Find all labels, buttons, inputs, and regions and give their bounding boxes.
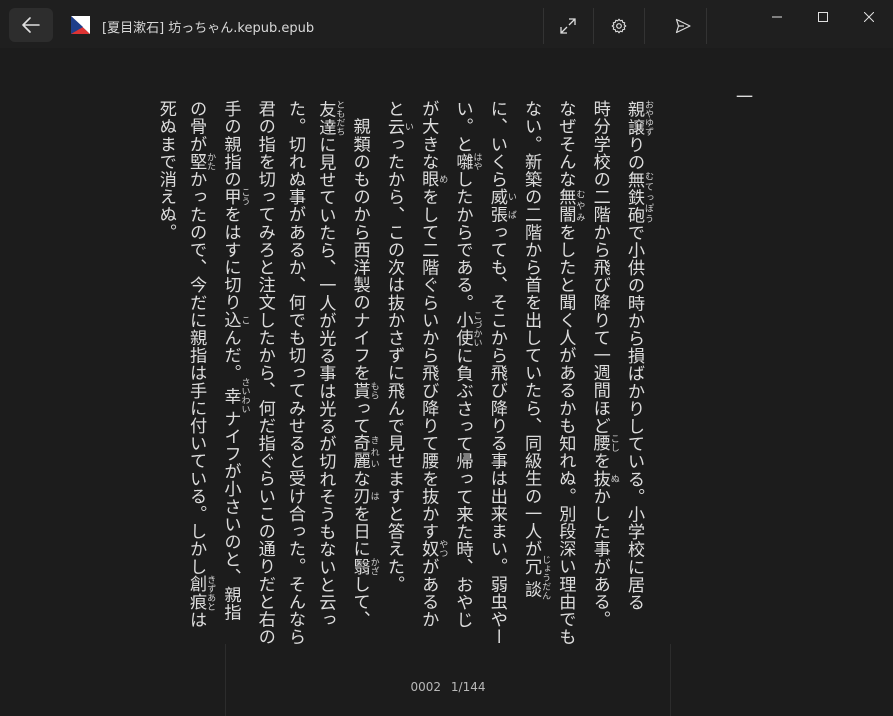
book-text: 親おや譲 ゆずりの無鉄砲 むてっぽうで小供の時から損ばかりしている。小学校に居る 時分…: [151, 100, 653, 644]
furigana: もら: [368, 381, 379, 400]
ruby-word: 小使 こづかい: [452, 311, 482, 348]
page-indicator: 0002 1/144: [226, 680, 670, 694]
furigana: かた: [205, 152, 216, 171]
furigana: こ: [239, 311, 250, 329]
ruby-word: 奴やつ: [418, 539, 448, 558]
ruby-word: 刃は: [349, 487, 379, 505]
text-line: い。と囃 はやしたからである。小使 こづかいに負ぶさって帰って来た時、おやじ: [452, 100, 482, 629]
furigana: きずあと: [205, 575, 216, 612]
ruby-word: 翳かざ: [349, 557, 379, 576]
back-button[interactable]: [9, 8, 53, 42]
reading-area[interactable]: 一 親おや譲 ゆずりの無鉄砲 むてっぽうで小供の時から損ばかりしている。小学校に居る…: [0, 48, 893, 644]
text-line: 親おや譲 ゆずりの無鉄砲 むてっぽうで小供の時から損ばかりしている。小学校に居る: [624, 100, 653, 611]
ruby-word: 甲こう: [220, 187, 250, 206]
maximize-button[interactable]: [800, 0, 846, 34]
book-app-icon: [71, 16, 90, 34]
minimize-button[interactable]: [754, 0, 800, 34]
ruby-word: 囃はや: [452, 152, 482, 171]
furigana: め: [437, 170, 448, 188]
ruby-word: 譲ゆず: [624, 117, 653, 136]
maximize-icon: [818, 12, 828, 22]
ruby-word: 威張 いば: [486, 188, 516, 224]
text-line: 友達 ともだちに見せていたら、一人が光る事は光るが切れそうもないと云っ: [315, 100, 345, 629]
text-line: 君の指を切ってみろと注文したから、何だ指ぐらいこの通りだと右の: [254, 100, 275, 644]
window-title: [夏目漱石] 坊っちゃん.kepub.epub: [102, 21, 315, 36]
title-bar: [夏目漱石] 坊っちゃん.kepub.epub: [0, 0, 893, 48]
toolbar-divider: [543, 8, 544, 44]
status-footer: 0002 1/144: [0, 644, 893, 716]
ruby-word: 堅かた: [186, 152, 216, 171]
furigana: きれい: [368, 434, 379, 470]
furigana: かざ: [368, 557, 379, 576]
furigana: い: [402, 117, 413, 136]
text-line: に、いくら威張 いばっても、そこから飛び降りる事は出来まい。弱虫やー: [486, 100, 516, 644]
ruby-word: 冗談 じょうだん: [521, 555, 551, 601]
ruby-word: 友達 ともだち: [315, 100, 345, 136]
text-line: た。切れぬ事があるか、何でも切ってみせると受け合った。そんなら: [285, 100, 306, 644]
page-number: 1/144: [450, 680, 486, 694]
close-button[interactable]: [846, 0, 892, 34]
text-line: なぜそんな無闇 むやみをしたと聞く人があるかも知れぬ。別段深い理由でも: [555, 100, 585, 644]
ruby-word: 云い: [383, 117, 413, 136]
text-line: 死ぬまで消えぬ。: [155, 100, 176, 241]
furigana: ともだち: [334, 100, 345, 136]
close-icon: [864, 12, 874, 22]
toolbar-divider: [644, 8, 645, 44]
location-number: 0002: [410, 680, 442, 694]
text-line: 親類のものから西洋製のナイフを貰 もらって奇麗 きれいな刃 はを日に翳 かざして、: [349, 100, 379, 629]
text-line: ない。新築の二階から首を出していたら、同級生の一人が冗談 じょうだん: [521, 100, 551, 601]
ruby-word: 幸さいわい: [220, 377, 250, 414]
toolbar-divider: [593, 8, 594, 44]
fullscreen-button[interactable]: [546, 8, 590, 44]
minimize-icon: [772, 16, 782, 18]
ruby-word: 腰こし: [589, 434, 619, 453]
text-line: 時分学校の二階から飛び降りて一週間ほど腰 こしを抜 ぬかした事がある。: [589, 100, 619, 629]
text-line: と云 いったから、この次は抜かさずに飛んで見せますと答えた。: [383, 100, 413, 593]
ruby-word: 眼め: [418, 170, 448, 189]
furigana: むやみ: [574, 188, 585, 224]
furigana: こう: [239, 187, 250, 206]
toolbar-divider: [706, 8, 707, 44]
page-info-panel: 0002 1/144: [225, 644, 671, 716]
ruby-word: 貰もら: [349, 381, 379, 400]
furigana: こし: [608, 434, 619, 453]
furigana: はや: [471, 152, 482, 171]
settings-button[interactable]: [597, 8, 641, 44]
furigana: は: [368, 487, 379, 505]
send-icon: [675, 18, 691, 34]
arrow-left-icon: [22, 17, 40, 33]
furigana: おや: [643, 100, 653, 118]
ruby-word: 創痕 きずあと: [186, 575, 216, 612]
chapter-mark: 一: [732, 88, 752, 105]
ruby-word: 無闇 むやみ: [555, 188, 585, 224]
furigana: さいわい: [239, 377, 250, 414]
furigana: こづかい: [471, 311, 482, 348]
furigana: むてっぽう: [643, 170, 653, 224]
ruby-word: 抜ぬ: [589, 469, 619, 488]
text-line: の骨が堅 かたかったので、今だに親指は手に付いている。しかし創痕 きずあとは: [186, 100, 216, 629]
expand-arrows-icon: [560, 18, 576, 34]
ruby-word: 無鉄砲 むてっぽう: [624, 170, 653, 224]
furigana: ぬ: [608, 469, 619, 488]
share-button[interactable]: [661, 8, 705, 44]
gear-icon: [611, 18, 627, 34]
ruby-word: 親おや: [624, 100, 653, 118]
ruby-word: 奇麗 きれい: [349, 434, 379, 470]
furigana: ゆず: [643, 117, 653, 136]
furigana: じょうだん: [540, 555, 551, 601]
ruby-word: 込こ: [220, 311, 250, 329]
text-line: が大きな眼 めをして二階ぐらいから飛び降りて腰を抜かす奴 やつがあるか: [418, 100, 448, 629]
text-line: 手の親指の甲 こうをはすに切り込 こんだ。幸 さいわいナイフが小さいのと、親指: [220, 100, 250, 621]
furigana: やつ: [437, 539, 448, 558]
furigana: いば: [505, 188, 516, 224]
